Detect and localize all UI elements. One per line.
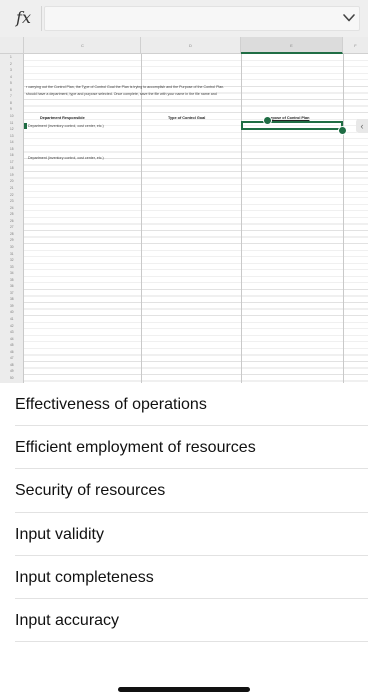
active-row-indicator — [24, 123, 27, 129]
row-header[interactable]: 50 — [0, 375, 24, 381]
spreadsheet-grid[interactable]: C D E F 1 2 3 4 5 6 7 8 9 10 11 12 13 14 15 16 17 18 19 20 2… — [0, 37, 368, 383]
row-header[interactable]: 48 — [0, 362, 24, 368]
row-header[interactable]: 49 — [0, 368, 24, 374]
row-headers: 1 2 3 4 5 6 7 8 9 10 11 12 13 14 15 16 17 18 19 20 21 22 23 24 2… — [0, 54, 24, 383]
row-header[interactable]: 4 — [0, 74, 24, 80]
header-purpose-of-control-plan[interactable]: Purpose of Control Plan — [266, 116, 309, 120]
row-header[interactable]: 30 — [0, 244, 24, 250]
selection-handle-bottom[interactable] — [338, 126, 347, 135]
row-header[interactable]: 29 — [0, 237, 24, 243]
option-input-completeness[interactable]: Input completeness — [15, 556, 368, 599]
row-header[interactable]: 11 — [0, 120, 24, 126]
selection-handle-top[interactable] — [263, 116, 272, 125]
row-header[interactable]: 23 — [0, 198, 24, 204]
instruction-text-line-2: should have a department, type and purpo… — [26, 92, 217, 96]
row-header[interactable]: 8 — [0, 100, 24, 106]
option-efficient-employment-of-resources[interactable]: Efficient employment of resources — [15, 426, 368, 470]
row-header[interactable]: 10 — [0, 113, 24, 119]
row-header[interactable]: 43 — [0, 329, 24, 335]
row-header[interactable]: 15 — [0, 146, 24, 152]
row-header[interactable]: 6 — [0, 87, 24, 93]
fx-label[interactable]: fx — [6, 6, 42, 31]
row-header[interactable]: 40 — [0, 309, 24, 315]
select-all-corner[interactable] — [0, 37, 24, 54]
row-header[interactable]: 12 — [0, 126, 24, 132]
formula-bar: fx — [0, 0, 368, 37]
row-header[interactable]: 1 — [0, 54, 24, 60]
dropdown-option-list: Effectiveness of operations Efficient em… — [0, 383, 368, 643]
row-header[interactable]: 39 — [0, 303, 24, 309]
selected-cell[interactable] — [241, 121, 343, 130]
row-header[interactable]: 35 — [0, 277, 24, 283]
row-header[interactable]: 5 — [0, 80, 24, 86]
option-effectiveness-of-operations[interactable]: Effectiveness of operations — [15, 383, 368, 427]
row-header[interactable]: 17 — [0, 159, 24, 165]
row-header[interactable]: 42 — [0, 323, 24, 329]
row-header[interactable]: 41 — [0, 316, 24, 322]
row-header[interactable]: 3 — [0, 67, 24, 73]
chevron-left-icon[interactable]: ‹ — [356, 119, 368, 133]
row-header[interactable]: 28 — [0, 231, 24, 237]
row-header[interactable]: 19 — [0, 172, 24, 178]
row-header[interactable]: 45 — [0, 342, 24, 348]
row-header[interactable]: 22 — [0, 192, 24, 198]
row-header[interactable]: 37 — [0, 290, 24, 296]
column-header-f[interactable]: F — [343, 37, 368, 54]
row-header[interactable]: 46 — [0, 349, 24, 355]
row-header[interactable]: 26 — [0, 218, 24, 224]
department-cell-row-13[interactable]: Department (inventory control, cost cent… — [28, 156, 104, 160]
row-header[interactable]: 18 — [0, 165, 24, 171]
chevron-down-icon[interactable] — [342, 11, 356, 25]
row-header[interactable]: 13 — [0, 133, 24, 139]
row-header[interactable]: 7 — [0, 93, 24, 99]
department-cell-row-10[interactable]: Department (inventory control, cost cent… — [28, 124, 104, 128]
column-header-d[interactable]: D — [141, 37, 241, 54]
row-header[interactable]: 20 — [0, 178, 24, 184]
row-header[interactable]: 14 — [0, 139, 24, 145]
column-header-e[interactable]: E — [241, 37, 343, 54]
row-header[interactable]: 16 — [0, 152, 24, 158]
formula-input[interactable] — [44, 6, 360, 31]
column-divider — [343, 54, 344, 383]
row-header[interactable]: 21 — [0, 185, 24, 191]
row-header[interactable]: 25 — [0, 211, 24, 217]
option-input-accuracy[interactable]: Input accuracy — [15, 599, 368, 643]
instruction-text-line-1: r carrying out the Control Plan, the Typ… — [26, 85, 225, 89]
row-header[interactable]: 47 — [0, 355, 24, 361]
column-divider — [141, 54, 142, 383]
column-divider — [241, 54, 242, 383]
row-header[interactable]: 31 — [0, 251, 24, 257]
cell-grid[interactable] — [24, 54, 368, 383]
row-header[interactable]: 36 — [0, 283, 24, 289]
header-type-of-control-goal[interactable]: Type of Control Goal — [168, 116, 205, 120]
column-headers: C D E F — [0, 37, 368, 54]
row-header[interactable]: 24 — [0, 205, 24, 211]
row-header[interactable]: 2 — [0, 61, 24, 67]
option-input-validity[interactable]: Input validity — [15, 513, 368, 556]
home-indicator[interactable] — [118, 687, 250, 692]
option-security-of-resources[interactable]: Security of resources — [15, 469, 368, 513]
row-header[interactable]: 9 — [0, 106, 24, 112]
row-header[interactable]: 38 — [0, 296, 24, 302]
row-header[interactable]: 33 — [0, 264, 24, 270]
row-header[interactable]: 44 — [0, 336, 24, 342]
row-header[interactable]: 27 — [0, 224, 24, 230]
header-department-responsible[interactable]: Department Responsible — [40, 116, 85, 120]
row-header[interactable]: 32 — [0, 257, 24, 263]
column-header-c[interactable]: C — [25, 37, 141, 54]
row-header[interactable]: 34 — [0, 270, 24, 276]
